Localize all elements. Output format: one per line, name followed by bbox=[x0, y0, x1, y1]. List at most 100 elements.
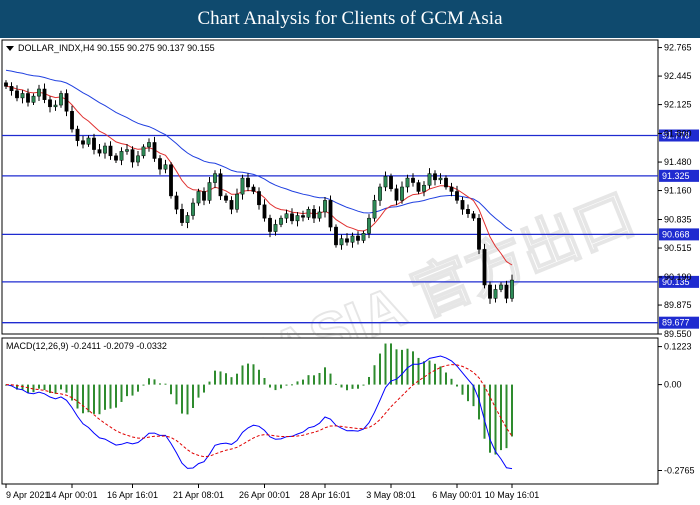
bear-candle bbox=[482, 249, 487, 286]
macd-hist-bar bbox=[263, 378, 266, 385]
bull-candle bbox=[185, 215, 190, 223]
bull-candle bbox=[422, 184, 426, 192]
level-label: 90.668 bbox=[662, 229, 690, 239]
time-tick-label: 9 Apr 2021 bbox=[6, 490, 50, 500]
bull-candle bbox=[306, 209, 311, 218]
bull-candle bbox=[317, 211, 322, 219]
macd-hist-bar bbox=[390, 343, 392, 385]
chart-frame: GCMASIA 官方出口 DOLLAR_INDX,H4 90.155 90.27… bbox=[0, 38, 700, 500]
macd-hist-bar bbox=[241, 365, 244, 385]
macd-tick-label: 0.1223 bbox=[664, 342, 692, 352]
macd-hist-bar bbox=[406, 348, 409, 385]
banner-title: Chart Analysis for Clients of GCM Asia bbox=[0, 0, 700, 38]
time-tick-label: 16 Apr 16:01 bbox=[107, 490, 158, 500]
price-tick-label: 92.445 bbox=[664, 71, 692, 81]
macd-hist-bar bbox=[351, 384, 354, 389]
macd-hist-bar bbox=[434, 363, 436, 385]
bull-candle bbox=[284, 213, 289, 219]
macd-hist-bar bbox=[38, 384, 40, 389]
bear-candle bbox=[26, 93, 30, 103]
bear-candle bbox=[444, 177, 448, 188]
macd-hist-bar bbox=[373, 365, 376, 385]
macd-hist-bar bbox=[65, 384, 68, 393]
price-tick-label: 89.875 bbox=[664, 300, 692, 310]
bear-candle bbox=[48, 99, 52, 108]
bull-candle bbox=[499, 284, 503, 290]
macd-hist-bar bbox=[87, 384, 90, 413]
bear-candle bbox=[416, 182, 421, 192]
macd-hist-bar bbox=[159, 383, 161, 385]
macd-hist-bar bbox=[214, 370, 216, 385]
level-label: 91.325 bbox=[662, 171, 690, 181]
bull-candle bbox=[207, 182, 212, 201]
price-tick-label: 90.190 bbox=[664, 272, 692, 282]
macd-hist-bar bbox=[280, 384, 282, 389]
bear-candle bbox=[64, 93, 69, 112]
macd-hist-bar bbox=[148, 378, 150, 385]
bear-candle bbox=[152, 142, 157, 159]
bear-candle bbox=[389, 176, 393, 190]
bear-candle bbox=[75, 128, 80, 141]
macd-hist-bar bbox=[258, 369, 260, 385]
macd-hist-bar bbox=[27, 384, 29, 393]
macd-hist-bar bbox=[274, 384, 277, 391]
bull-candle bbox=[323, 200, 327, 213]
time-tick-label: 28 Apr 16:01 bbox=[299, 490, 350, 500]
bull-candle bbox=[136, 155, 140, 163]
bear-candle bbox=[290, 213, 294, 222]
bull-candle bbox=[141, 146, 146, 157]
bull-candle bbox=[31, 95, 36, 103]
macd-hist-bar bbox=[335, 383, 337, 385]
macd-hist-bar bbox=[208, 381, 211, 385]
time-axis: 9 Apr 202114 Apr 00:01 16 Apr 16:01 21 Apr… bbox=[5, 484, 540, 500]
macd-hist-bar bbox=[285, 384, 288, 386]
macd-panel: MACD(12,26,9) -0.2411 -0.2079 -0.0332 0.… bbox=[1, 337, 695, 485]
macd-hist-bar bbox=[357, 384, 359, 389]
macd-axis: 0.1223 0.00 -0.2765 bbox=[658, 342, 695, 475]
price-tick-label: 90.515 bbox=[664, 243, 692, 253]
bear-candle bbox=[92, 137, 96, 150]
macd-hist-bar bbox=[126, 384, 128, 397]
bear-candle bbox=[471, 213, 476, 219]
time-tick-label: 26 Apr 00:01 bbox=[239, 490, 290, 500]
bear-candle bbox=[251, 186, 256, 192]
macd-hist-bar bbox=[60, 384, 62, 390]
macd-hist-bar bbox=[137, 384, 139, 392]
macd-hist-bar bbox=[197, 384, 200, 398]
macd-hist-bar bbox=[109, 384, 112, 409]
macd-hist-bar bbox=[21, 384, 24, 390]
bear-candle bbox=[504, 284, 509, 299]
macd-hist-bar bbox=[461, 384, 464, 395]
macd-hist-bar bbox=[43, 384, 46, 391]
macd-hist-bar bbox=[450, 378, 453, 385]
bear-candle bbox=[268, 217, 272, 232]
bull-candle bbox=[405, 177, 410, 188]
macd-hist-bar bbox=[252, 364, 255, 385]
macd-hist-bar bbox=[384, 343, 387, 385]
bear-candle bbox=[42, 88, 47, 100]
time-tick-label: 10 May 16:01 bbox=[485, 490, 540, 500]
bear-candle bbox=[180, 209, 184, 223]
bear-candle bbox=[97, 149, 102, 154]
symbol-header: DOLLAR_INDX,H4 90.155 90.275 90.137 90.1… bbox=[18, 43, 215, 53]
macd-hist-bar bbox=[401, 349, 403, 385]
price-tick-label: 92.125 bbox=[664, 100, 692, 110]
macd-header: MACD(12,26,9) -0.2411 -0.2079 -0.0332 bbox=[6, 341, 167, 351]
bull-candle bbox=[240, 177, 245, 195]
macd-hist-bar bbox=[483, 384, 486, 439]
bull-candle bbox=[427, 173, 432, 186]
macd-hist-bar bbox=[302, 379, 304, 385]
macd-hist-bar bbox=[324, 367, 326, 385]
bear-candle bbox=[114, 155, 118, 161]
macd-hist-bar bbox=[236, 373, 238, 385]
macd-hist-bar bbox=[54, 384, 57, 394]
bull-candle bbox=[86, 137, 91, 145]
bull-candle bbox=[103, 145, 107, 154]
bull-candle bbox=[493, 289, 498, 299]
macd-hist-bar bbox=[291, 384, 293, 386]
macd-hist-bar bbox=[379, 353, 381, 385]
bear-candle bbox=[455, 191, 459, 201]
macd-hist-bar bbox=[269, 384, 271, 388]
price-tick-label: 91.160 bbox=[664, 186, 692, 196]
bear-candle bbox=[262, 204, 267, 219]
